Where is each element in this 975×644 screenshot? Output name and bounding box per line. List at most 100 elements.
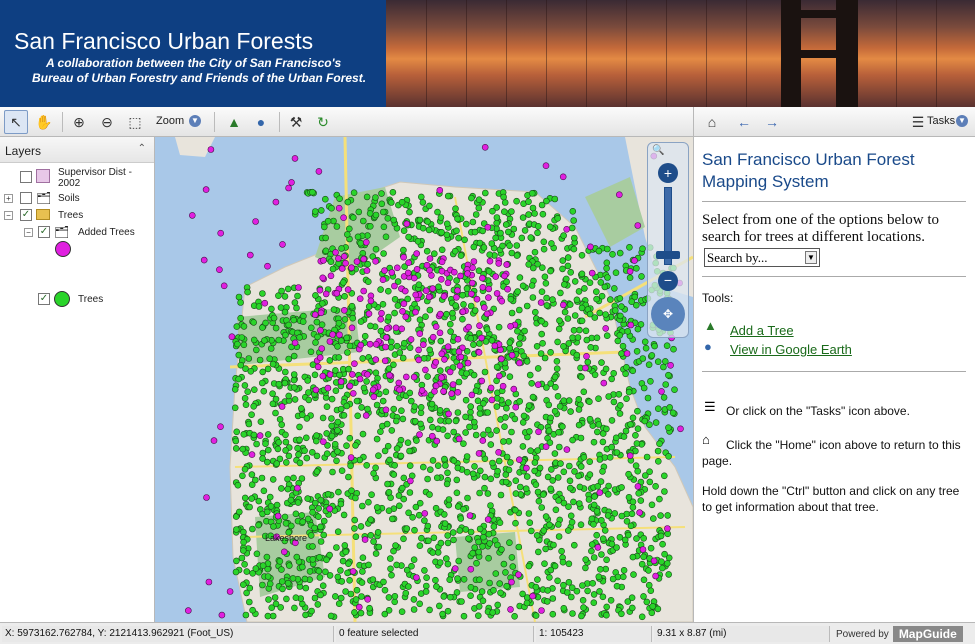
tree-marker — [344, 198, 352, 206]
layer-soils: + 🗂 Soils — [0, 191, 155, 207]
tree-marker — [240, 341, 248, 349]
added-tree-marker — [378, 309, 385, 317]
tree-marker — [470, 418, 478, 426]
layer-checkbox[interactable] — [20, 192, 32, 204]
added-tree-marker — [534, 381, 542, 388]
tree-marker — [500, 208, 508, 215]
tree-marker — [333, 457, 340, 465]
tree-marker — [407, 397, 415, 405]
tree-marker — [582, 564, 589, 572]
tree-marker — [426, 306, 434, 314]
zoom-out-icon[interactable]: ⊖ — [95, 110, 119, 134]
tree-marker — [602, 311, 609, 318]
collapse-icon[interactable]: ⌃ — [138, 143, 146, 154]
tree-marker — [335, 319, 343, 327]
add-tree-link[interactable]: Add a Tree — [730, 323, 794, 338]
search-by-select[interactable]: Search by... ▼ — [704, 248, 820, 267]
tree-marker — [525, 510, 533, 517]
pan-icon[interactable]: ✋ — [32, 110, 56, 134]
layer-checkbox[interactable]: ✓ — [20, 209, 32, 221]
map-canvas[interactable]: Lakeshore — [155, 137, 693, 622]
tree-marker — [466, 423, 473, 431]
pan-arrows-icon[interactable]: ✥ — [651, 297, 685, 331]
tree-icon[interactable]: ▲ — [222, 110, 246, 134]
tree-marker — [286, 562, 293, 569]
zoom-in-button[interactable]: + — [658, 163, 678, 183]
tree-marker — [314, 601, 322, 608]
tree-marker — [450, 457, 458, 464]
tree-marker — [429, 549, 437, 556]
layer-checkbox[interactable]: ✓ — [38, 226, 50, 238]
zoom-out-button[interactable]: − — [658, 271, 678, 291]
tree-marker — [640, 593, 647, 600]
tree-marker — [317, 496, 325, 504]
google-earth-link[interactable]: View in Google Earth — [730, 342, 852, 357]
tree-marker — [669, 409, 677, 417]
tree-marker — [513, 197, 520, 205]
tree-marker — [385, 287, 392, 295]
collapse-icon[interactable]: − — [4, 211, 13, 220]
added-tree-marker — [479, 437, 487, 444]
added-tree-marker — [481, 144, 489, 151]
zoom-rect-icon[interactable]: ⬚ — [123, 110, 147, 134]
search-icon[interactable]: 🔍 — [652, 145, 664, 156]
select-icon[interactable]: ↖ — [4, 110, 28, 134]
added-tree-marker — [372, 258, 379, 265]
map-view[interactable]: Lakeshore 🔍 + − ✥ — [155, 137, 693, 622]
tree-marker — [388, 427, 396, 434]
google-earth-icon[interactable]: ● — [249, 110, 273, 134]
zoom-slider-handle[interactable] — [656, 251, 680, 259]
tree-marker — [334, 448, 341, 455]
tree-marker — [576, 326, 583, 334]
tree-marker — [567, 269, 575, 276]
collapse-icon[interactable]: − — [24, 228, 33, 237]
back-arrow-icon[interactable]: ← — [732, 110, 756, 134]
tree-marker — [593, 531, 601, 539]
forward-arrow-icon[interactable]: → — [760, 110, 784, 134]
tree-marker — [531, 467, 538, 475]
zoom-menu-label[interactable]: Zoom — [156, 115, 184, 127]
tree-marker — [240, 581, 247, 589]
tree-marker — [507, 295, 515, 303]
tree-marker — [596, 565, 604, 573]
tree-marker — [349, 314, 356, 322]
layer-checkbox[interactable]: ✓ — [38, 293, 50, 305]
chevron-down-icon[interactable]: ▼ — [956, 115, 968, 127]
chevron-down-icon[interactable]: ▼ — [805, 251, 817, 264]
added-tree-marker — [440, 293, 448, 300]
expand-icon[interactable]: + — [4, 194, 13, 203]
tree-marker — [661, 488, 668, 495]
tree-marker — [502, 478, 510, 486]
layer-label: Trees — [78, 294, 104, 305]
tree-marker — [416, 316, 424, 323]
tree-marker — [462, 396, 470, 404]
tree-marker — [328, 204, 335, 212]
tree-marker — [324, 217, 332, 225]
tree-marker — [523, 302, 531, 310]
layer-checkbox[interactable] — [20, 171, 32, 183]
tree-marker — [364, 260, 371, 268]
zoom-in-icon[interactable]: ⊕ — [67, 110, 91, 134]
tasks-menu-label[interactable]: Tasks — [927, 115, 955, 127]
home-icon[interactable]: ⌂ — [700, 110, 724, 134]
tree-marker — [323, 556, 330, 564]
tree-marker — [502, 221, 510, 228]
chevron-down-icon[interactable]: ▼ — [189, 115, 201, 127]
tree-marker — [490, 586, 497, 594]
tree-marker — [553, 358, 561, 365]
tree-marker — [483, 326, 491, 333]
powered-by-badge[interactable]: Powered by MapGuide — [832, 625, 972, 643]
tree-marker — [424, 373, 431, 380]
measure-icon[interactable]: ⚒ — [284, 110, 308, 134]
tree-marker — [649, 515, 657, 522]
refresh-icon[interactable]: ↻ — [311, 110, 335, 134]
tree-marker — [375, 452, 382, 460]
tree-marker — [285, 355, 292, 363]
tree-marker — [353, 586, 361, 594]
added-tree-marker — [410, 373, 418, 381]
added-tree-marker — [473, 295, 481, 303]
tree-marker — [547, 414, 555, 422]
tree-marker — [373, 401, 381, 409]
added-tree-marker — [451, 565, 459, 572]
tree-marker — [341, 542, 349, 549]
